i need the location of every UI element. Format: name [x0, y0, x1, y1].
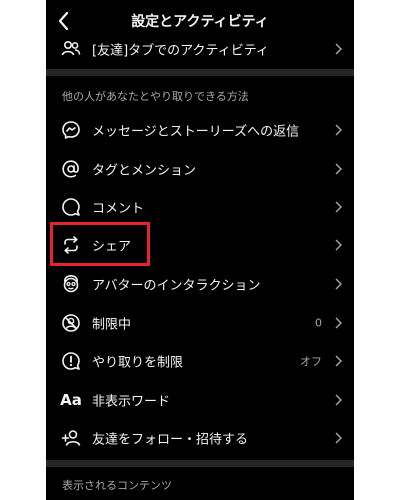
avatar-interactions-label: アバターのインタラクション	[92, 278, 261, 294]
message-story-replies-row[interactable]: メッセージとストーリーズへの返信	[46, 112, 354, 148]
hidden-words-label: 非表示ワード	[92, 394, 171, 410]
comments-row[interactable]: コメント	[46, 189, 354, 225]
avatar-interactions-row[interactable]: アバターのインタラクション	[46, 266, 354, 302]
people-icon	[61, 39, 81, 59]
tags-mentions-row[interactable]: タグとメンション	[46, 151, 354, 187]
restricted-count: 0	[315, 316, 322, 330]
chevron-right-icon	[335, 43, 342, 55]
content-section-title: 表示されるコンテンツ	[62, 479, 172, 492]
limit-interactions-label: やり取りを制限	[92, 355, 184, 371]
avatar-icon	[61, 274, 81, 294]
at-sign-icon	[61, 159, 81, 179]
comment-icon	[61, 197, 81, 217]
chevron-right-icon	[335, 394, 342, 406]
page-title: 設定とアクティビティ	[131, 14, 269, 30]
friends-tab-activity-label: [友達]タブでのアクティビティ	[92, 43, 269, 59]
add-person-icon	[61, 428, 81, 448]
chevron-right-icon	[335, 278, 342, 290]
limit-interactions-status: オフ	[300, 355, 322, 368]
limit-interactions-row[interactable]: やり取りを制限 オフ	[46, 343, 354, 379]
message-story-replies-label: メッセージとストーリーズへの返信	[92, 124, 300, 140]
restricted-label: 制限中	[92, 317, 132, 333]
chevron-right-icon	[335, 124, 342, 136]
limit-interactions-icon	[61, 351, 81, 371]
hidden-words-icon: Aa	[60, 391, 82, 409]
restricted-icon	[61, 313, 81, 333]
hidden-words-row[interactable]: Aa 非表示ワード	[46, 382, 354, 418]
section-divider	[46, 460, 354, 467]
chevron-right-icon	[335, 163, 342, 175]
chevron-right-icon	[335, 355, 342, 367]
share-highlight-box	[50, 222, 150, 266]
friends-tab-activity-row[interactable]: [友達]タブでのアクティビティ	[46, 31, 354, 67]
restricted-row[interactable]: 制限中 0	[46, 305, 354, 341]
comments-label: コメント	[92, 201, 145, 217]
chevron-right-icon	[335, 317, 342, 329]
follow-invite-friends-row[interactable]: 友達をフォロー・招待する	[46, 420, 354, 456]
follow-invite-friends-label: 友達をフォロー・招待する	[92, 432, 249, 448]
chevron-right-icon	[335, 432, 342, 444]
chevron-right-icon	[335, 201, 342, 213]
interactions-section-title: 他の人があなたとやり取りできる方法	[62, 90, 249, 103]
tags-mentions-label: タグとメンション	[92, 163, 197, 179]
chevron-right-icon	[335, 239, 342, 251]
messenger-icon	[61, 120, 81, 140]
section-divider	[46, 69, 354, 76]
settings-screen: 設定とアクティビティ [友達]タブでのアクティビティ 他の人があなたとやり取りで…	[46, 0, 354, 500]
